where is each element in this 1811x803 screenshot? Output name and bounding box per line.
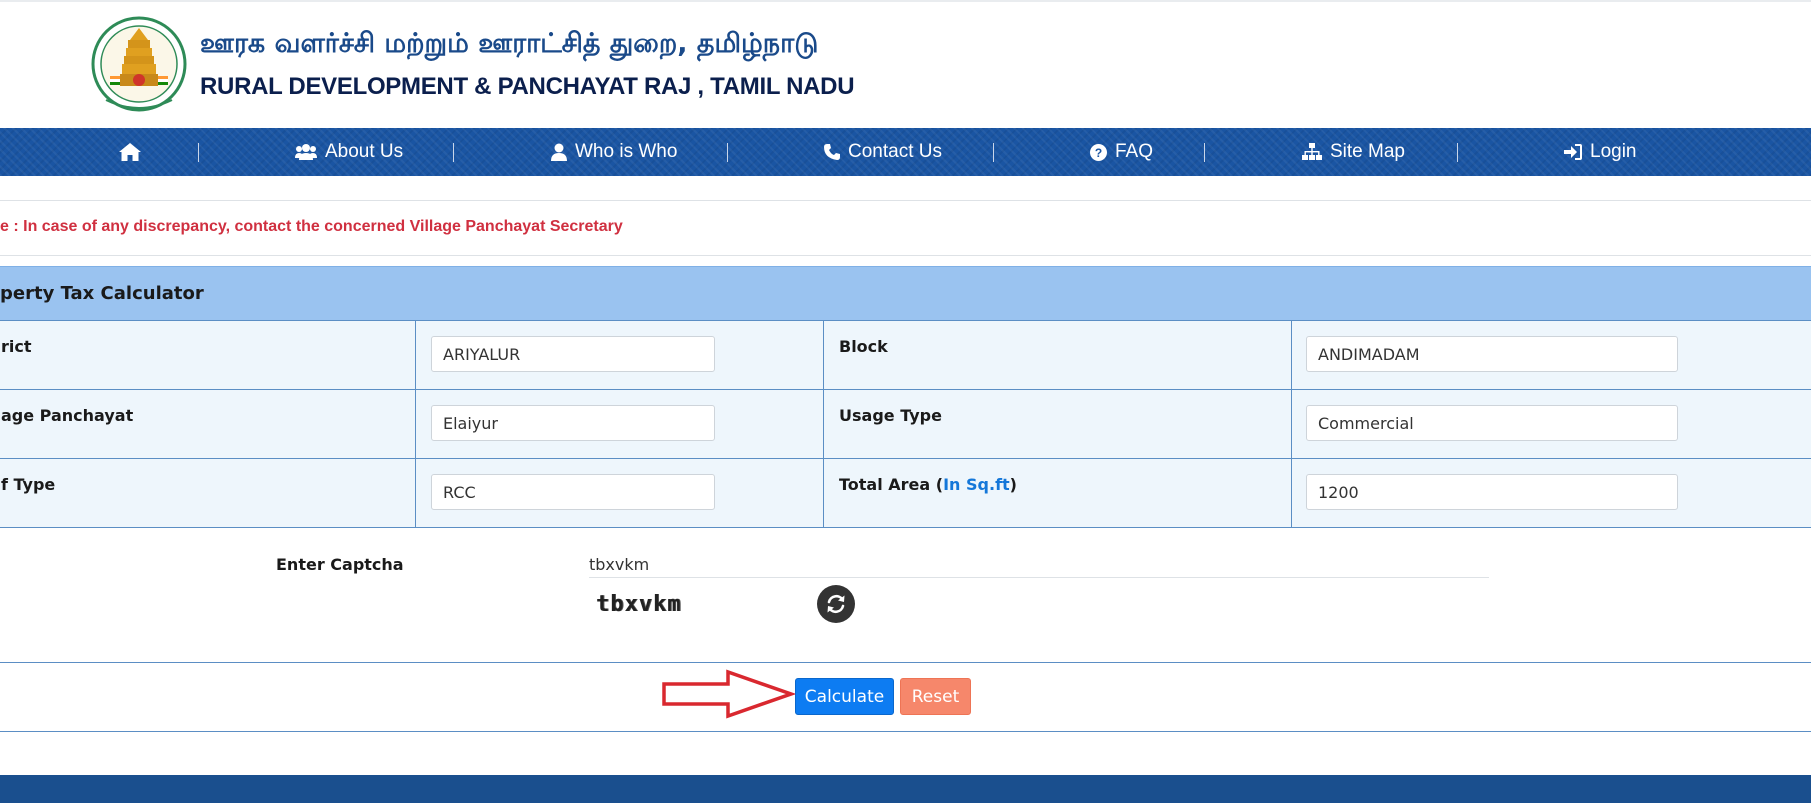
site-title-tamil: ஊரக வளர்ச்சி மற்றும் ஊராட்சித் துறை, தமி… bbox=[200, 28, 819, 59]
village-panchayat-field[interactable]: Elaiyur bbox=[431, 405, 715, 441]
nav-separator bbox=[453, 143, 454, 162]
discrepancy-notice: e : In case of any discrepancy, contact … bbox=[0, 218, 623, 235]
form-row-village-usage: age Panchayat Elaiyur Usage Type Commerc… bbox=[0, 389, 1811, 459]
nav-separator bbox=[727, 143, 728, 162]
users-icon bbox=[295, 144, 317, 160]
nav-separator bbox=[1457, 143, 1458, 162]
property-tax-calculator-header: perty Tax Calculator bbox=[0, 266, 1811, 321]
captcha-label: Enter Captcha bbox=[276, 555, 404, 574]
form-row-roof-area: f Type RCC Total Area (In Sq.ft) 1200 bbox=[0, 458, 1811, 528]
roof-type-label: f Type bbox=[1, 475, 56, 494]
form-cell: ANDIMADAM bbox=[1291, 320, 1811, 390]
village-panchayat-label: age Panchayat bbox=[1, 406, 134, 425]
form-cell: f Type bbox=[0, 458, 416, 528]
nav-who-is-who-label: Who is Who bbox=[575, 141, 678, 162]
site-title-english: RURAL DEVELOPMENT & PANCHAYAT RAJ , TAMI… bbox=[200, 73, 855, 100]
divider bbox=[0, 200, 1811, 201]
total-area-field[interactable]: 1200 bbox=[1306, 474, 1678, 510]
annotation-arrow-icon bbox=[662, 669, 795, 719]
form-cell: Block bbox=[823, 320, 1292, 390]
tamil-nadu-emblem-icon bbox=[91, 16, 187, 112]
nav-faq-label: FAQ bbox=[1115, 141, 1154, 162]
nav-login-label: Login bbox=[1590, 141, 1637, 162]
form-cell: rict bbox=[0, 320, 416, 390]
form-cell: Commercial bbox=[1291, 389, 1811, 459]
form-row-district-block: rict ARIYALUR Block ANDIMADAM bbox=[0, 320, 1811, 390]
nav-login[interactable]: Login bbox=[1564, 128, 1637, 176]
user-icon bbox=[551, 143, 567, 161]
nav-home[interactable] bbox=[118, 128, 142, 176]
nav-separator bbox=[198, 143, 199, 162]
divider bbox=[0, 255, 1811, 256]
main-navbar: About Us Who is Who Contact Us ? FAQ Sit… bbox=[0, 128, 1811, 176]
nav-about-us-label: About Us bbox=[325, 141, 404, 162]
site-header: ஊரக வளர்ச்சி மற்றும் ஊராட்சித் துறை, தமி… bbox=[0, 0, 1811, 130]
block-field[interactable]: ANDIMADAM bbox=[1306, 336, 1678, 372]
nav-faq[interactable]: ? FAQ bbox=[1090, 128, 1153, 176]
phone-icon bbox=[824, 144, 840, 160]
usage-type-field[interactable]: Commercial bbox=[1306, 405, 1678, 441]
form-cell: Elaiyur bbox=[415, 389, 824, 459]
nav-contact-us-label: Contact Us bbox=[848, 141, 942, 162]
sign-in-icon bbox=[1564, 144, 1582, 160]
captcha-refresh-button[interactable] bbox=[817, 585, 855, 623]
form-cell: Usage Type bbox=[823, 389, 1292, 459]
block-label: Block bbox=[839, 337, 888, 356]
nav-separator bbox=[1204, 143, 1205, 162]
reset-button[interactable]: Reset bbox=[900, 678, 971, 715]
captcha-input[interactable]: tbxvkm bbox=[589, 551, 1489, 578]
refresh-icon bbox=[827, 594, 845, 614]
form-cell: RCC bbox=[415, 458, 824, 528]
nav-site-map[interactable]: Site Map bbox=[1302, 128, 1405, 176]
panel-title: perty Tax Calculator bbox=[0, 283, 204, 304]
district-field[interactable]: ARIYALUR bbox=[431, 336, 715, 372]
svg-text:?: ? bbox=[1095, 146, 1102, 160]
nav-about-us[interactable]: About Us bbox=[295, 128, 403, 176]
total-area-label-prefix: Total Area ( bbox=[839, 475, 944, 494]
nav-separator bbox=[993, 143, 994, 162]
total-area-unit: In Sq.ft bbox=[943, 475, 1010, 494]
tax-calculator-form: rict ARIYALUR Block ANDIMADAM age Pancha… bbox=[0, 320, 1811, 528]
divider bbox=[0, 662, 1811, 663]
form-cell: ARIYALUR bbox=[415, 320, 824, 390]
divider bbox=[0, 731, 1811, 732]
roof-type-field[interactable]: RCC bbox=[431, 474, 715, 510]
district-label: rict bbox=[1, 337, 32, 356]
calculate-button[interactable]: Calculate bbox=[795, 678, 894, 715]
form-cell: 1200 bbox=[1291, 458, 1811, 528]
form-cell: Total Area (In Sq.ft) bbox=[823, 458, 1292, 528]
question-circle-icon: ? bbox=[1090, 143, 1107, 161]
sitemap-icon bbox=[1302, 143, 1322, 160]
nav-contact-us[interactable]: Contact Us bbox=[824, 128, 942, 176]
total-area-label: Total Area (In Sq.ft) bbox=[839, 475, 1017, 494]
total-area-label-suffix: ) bbox=[1009, 475, 1017, 494]
nav-who-is-who[interactable]: Who is Who bbox=[551, 128, 677, 176]
usage-type-label: Usage Type bbox=[839, 406, 942, 425]
form-cell: age Panchayat bbox=[0, 389, 416, 459]
site-footer bbox=[0, 775, 1811, 803]
home-icon bbox=[119, 143, 141, 161]
nav-site-map-label: Site Map bbox=[1330, 141, 1405, 162]
captcha-image: tbxvkm bbox=[596, 592, 682, 617]
